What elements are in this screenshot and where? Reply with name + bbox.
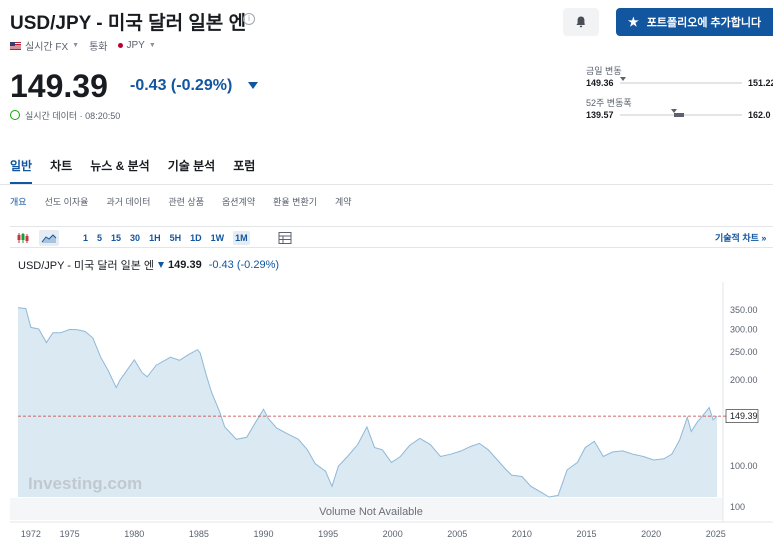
x-tick-label: 2020	[641, 529, 661, 539]
price-change: -0.43 (-0.29%)	[130, 77, 233, 94]
us-flag-icon	[10, 41, 21, 50]
add-alert-button[interactable]	[563, 8, 599, 36]
interval-1w[interactable]: 1W	[211, 233, 225, 243]
subtab-summary[interactable]: 개요	[10, 195, 27, 208]
chevron-down-icon[interactable]: ▼	[149, 42, 156, 49]
tab-chart[interactable]: 차트	[50, 157, 72, 185]
subtab-related[interactable]: 관련 상품	[168, 195, 204, 208]
meta-currency: JPY	[126, 40, 145, 51]
main-tabs: 일반 차트 뉴스 & 분석 기술 분석 포럼	[10, 157, 255, 185]
legend-name: USD/JPY - 미국 달러 일본 엔	[18, 260, 155, 272]
x-tick-label: 1995	[318, 529, 338, 539]
price-chart[interactable]: 100.00150.00200.00250.00300.00350.00 197…	[0, 280, 773, 548]
subtab-forward-rates[interactable]: 선도 이자율	[45, 195, 89, 208]
last-price: 149.39	[10, 68, 108, 104]
y-tick-label: 300.00	[730, 324, 758, 334]
table-view-icon[interactable]	[278, 232, 292, 244]
tab-forum[interactable]: 포럼	[233, 157, 255, 185]
investing-watermark: Investing.com	[28, 474, 142, 493]
x-tick-label: 1975	[60, 529, 80, 539]
sub-tabs: 개요 선도 이자율 과거 데이터 관련 상품 옵션계약 환율 변환기 계약	[10, 195, 352, 208]
toolbar-top-divider	[10, 226, 773, 227]
candlestick-icon[interactable]	[16, 232, 30, 244]
52w-range-marker	[671, 109, 677, 113]
y-tick-label: 250.00	[730, 347, 758, 357]
info-icon[interactable]: i	[243, 13, 255, 25]
technical-chart-link[interactable]: 기술적 차트 »	[715, 231, 766, 244]
subtab-historical-data[interactable]: 과거 데이터	[106, 195, 150, 208]
x-tick-label: 1990	[253, 529, 273, 539]
volume-note: Volume Not Available	[319, 506, 423, 518]
y-tick-label: 350.00	[730, 305, 758, 315]
interval-1d[interactable]: 1D	[190, 233, 202, 243]
down-arrow-icon	[158, 262, 165, 268]
day-range-label: 금일 변동	[586, 66, 622, 76]
interval-15[interactable]: 15	[111, 233, 121, 243]
jp-flag-icon	[117, 43, 123, 48]
volume-axis-tick: 100	[730, 502, 745, 512]
page-title: USD/JPY - 미국 달러 일본 엔	[10, 13, 247, 34]
down-arrow-icon	[248, 82, 258, 89]
x-tick-label: 2000	[383, 529, 403, 539]
area-chart-icon[interactable]	[39, 230, 59, 246]
y-tick-label: 100.00	[730, 461, 758, 471]
52w-range-label: 52주 변동폭	[586, 98, 632, 108]
52w-range-fill	[674, 113, 684, 117]
tab-news[interactable]: 뉴스 & 분석	[90, 157, 150, 185]
legend-price: 149.39	[168, 259, 202, 271]
x-tick-label: 1980	[124, 529, 144, 539]
price-area-fill	[18, 307, 717, 497]
tabs-divider	[0, 184, 773, 185]
subtab-converter[interactable]: 환율 변환기	[273, 195, 317, 208]
tab-technical[interactable]: 기술 분석	[168, 157, 216, 185]
realtime-status: 실시간 데이터 · 08:20:50	[25, 111, 121, 121]
toolbar-bottom-divider	[10, 247, 773, 248]
chevron-down-icon[interactable]: ▼	[72, 42, 79, 49]
legend-change: -0.43 (-0.29%)	[208, 259, 280, 271]
current-price-label: 149.39	[730, 411, 758, 421]
bell-plus-icon	[576, 16, 588, 28]
interval-1m[interactable]: 1M	[233, 231, 250, 245]
meta-type: 통화	[89, 42, 108, 53]
interval-5[interactable]: 5	[97, 233, 102, 243]
x-tick-label: 1972	[21, 529, 41, 539]
meta-realtime: 실시간 FX	[25, 42, 69, 53]
day-range-bar	[620, 82, 742, 84]
add-to-portfolio-label: 포트폴리오에 추가합니다	[646, 17, 762, 29]
y-axis-ticks: 100.00150.00200.00250.00300.00350.00	[730, 305, 758, 471]
y-tick-label: 200.00	[730, 375, 758, 385]
star-icon: ★	[628, 15, 639, 29]
subtab-options[interactable]: 옵션계약	[222, 195, 255, 208]
add-to-portfolio-button[interactable]: ★ 포트폴리오에 추가합니다	[616, 8, 773, 36]
x-axis-ticks: 1972 1975 1980 1985 1990 1995 2000 2005 2010 2015…	[21, 529, 726, 539]
clock-icon	[10, 110, 20, 120]
x-tick-label: 1985	[189, 529, 209, 539]
x-tick-label: 2010	[512, 529, 532, 539]
x-tick-label: 2005	[447, 529, 467, 539]
tab-overview[interactable]: 일반	[10, 157, 33, 185]
subtab-contracts[interactable]: 계약	[335, 195, 352, 208]
52w-range-high: 162.0	[748, 110, 771, 120]
x-tick-label: 2015	[576, 529, 596, 539]
52w-range-low: 139.57	[586, 110, 614, 120]
chart-legend: USD/JPY - 미국 달러 일본 엔 149.39 -0.43 (-0.29…	[18, 257, 279, 273]
day-range-low: 149.36	[586, 78, 614, 88]
instrument-meta: 실시간 FX ▼ 통화 JPY ▼	[10, 38, 156, 53]
interval-1[interactable]: 1	[83, 233, 88, 243]
interval-1h[interactable]: 1H	[149, 233, 161, 243]
chart-toolbar: 1 5 15 30 1H 5H 1D 1W 1M	[16, 230, 292, 246]
interval-30[interactable]: 30	[130, 233, 140, 243]
x-tick-label: 2025	[706, 529, 726, 539]
day-range-marker	[620, 77, 626, 81]
interval-5h[interactable]: 5H	[170, 233, 182, 243]
day-range-high: 151.22	[748, 78, 773, 88]
